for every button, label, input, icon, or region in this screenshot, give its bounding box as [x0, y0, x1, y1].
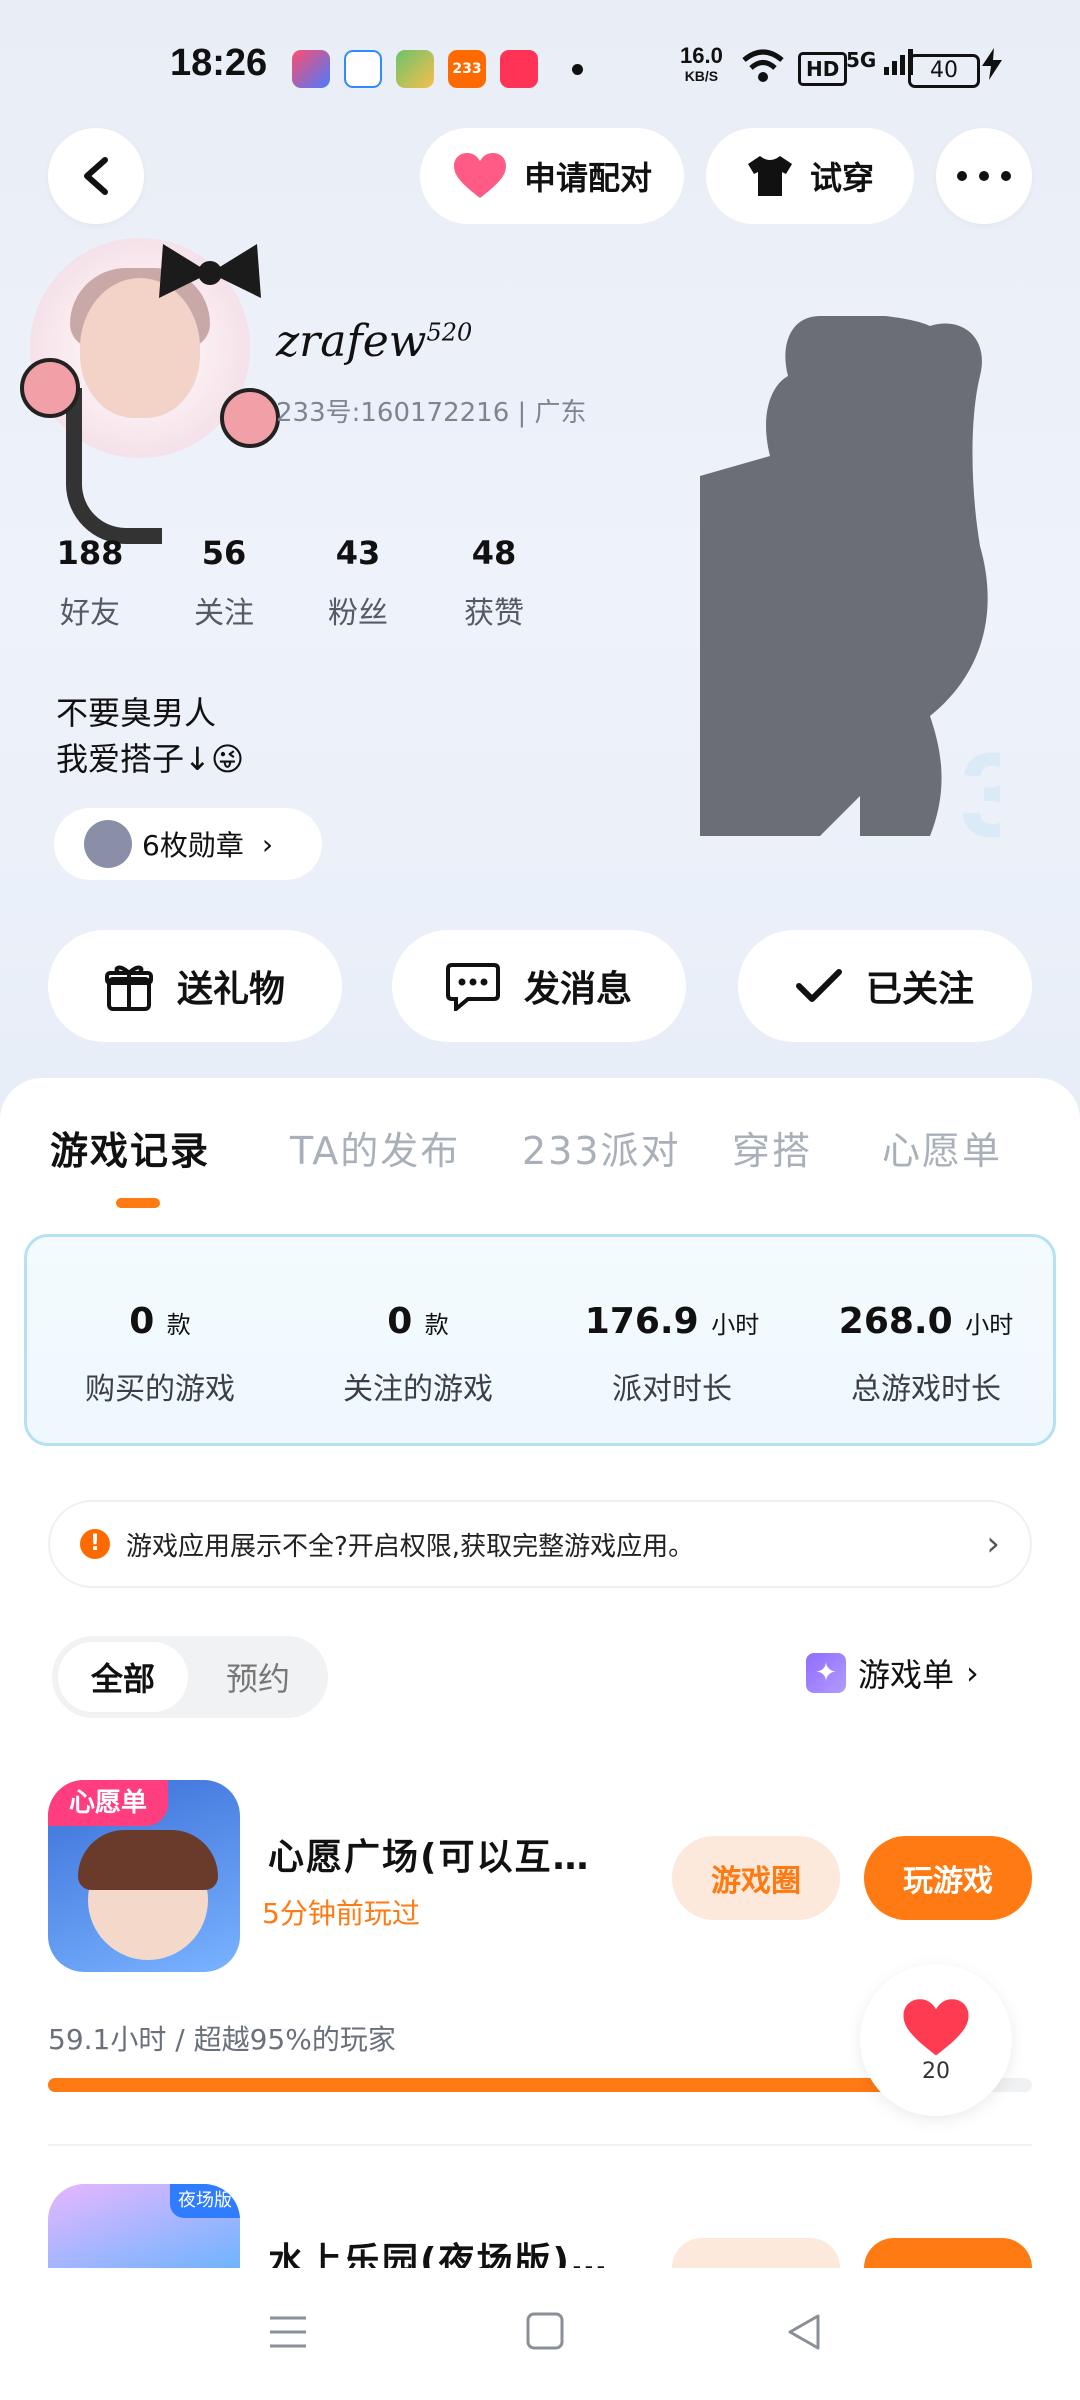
tab-game-records[interactable]: 游戏记录: [50, 1120, 210, 1175]
app-shortcut-icon: [292, 50, 330, 88]
permission-notice[interactable]: ! 游戏应用展示不全?开启权限,获取完整游戏应用。 ›: [48, 1500, 1032, 1588]
chevron-left-icon: [84, 157, 108, 195]
back-button[interactable]: [48, 128, 144, 224]
avatar[interactable]: [20, 238, 280, 544]
summary-total-hours[interactable]: 268.0 小时 总游戏时长: [801, 1301, 1051, 1408]
tshirt-icon: [747, 156, 792, 196]
bow-icon: [159, 244, 261, 298]
chevron-right-icon: ›: [966, 1654, 979, 1692]
character-silhouette[interactable]: 33: [700, 316, 1000, 848]
more-menu-button[interactable]: [936, 128, 1032, 224]
wifi-icon: [742, 48, 784, 93]
summary-followed[interactable]: 0 款 关注的游戏: [293, 1301, 543, 1408]
summary-party-hours[interactable]: 176.9 小时 派对时长: [547, 1301, 797, 1408]
username: zrafew520: [276, 316, 473, 367]
game-circle-button[interactable]: [672, 2238, 840, 2268]
send-gift-button[interactable]: 送礼物: [48, 930, 342, 1042]
divider: [48, 2144, 1032, 2146]
followed-button[interactable]: 已关注: [738, 930, 1032, 1042]
game-list-link[interactable]: ✦ 游戏单 ›: [806, 1650, 979, 1696]
svg-text:33: 33: [960, 728, 1000, 848]
like-button[interactable]: 20: [860, 1964, 1012, 2116]
signal-icon: 5G: [846, 48, 914, 75]
game-icon[interactable]: 心愿单: [48, 1780, 240, 1972]
filter-reserved[interactable]: 预约: [194, 1642, 322, 1712]
heart-icon: [453, 153, 506, 198]
home-icon[interactable]: [526, 2312, 564, 2350]
cloud-app-icon: [344, 50, 382, 88]
medal-icon: [84, 820, 132, 868]
summary-purchased[interactable]: 0 款 购买的游戏: [35, 1301, 285, 1408]
chevron-right-icon: ›: [986, 1524, 1000, 1564]
status-bar: 18:26 233 16.0 KB/S HD 5G 40: [0, 0, 1080, 130]
tab-ta-posts[interactable]: TA的发布: [290, 1120, 460, 1175]
playtime-stats: 59.1小时 / 超越95%的玩家: [48, 2023, 396, 2056]
last-played: 5分钟前玩过: [262, 1897, 420, 1930]
chat-bubble-icon: [445, 963, 500, 1011]
more-notifications-dot: [572, 64, 583, 75]
app-233-icon: 233: [448, 50, 486, 88]
game-summary-card: 0 款 购买的游戏 0 款 关注的游戏 176.9 小时 派对时长 268.0 …: [24, 1234, 1056, 1446]
battery-icon: 40: [908, 54, 980, 88]
tab-wishlist[interactable]: 心愿单: [882, 1120, 1002, 1175]
try-on-button[interactable]: 试穿: [706, 128, 914, 224]
tab-233-party[interactable]: 233派对: [522, 1120, 681, 1175]
user-id-location: 233号:160172216 | 广东: [276, 398, 587, 428]
play-game-button[interactable]: [864, 2238, 1032, 2268]
charging-icon: [982, 48, 1002, 88]
warning-icon: !: [80, 1529, 110, 1559]
bio: 不要臭男人 我爱搭子↓😜: [56, 694, 245, 778]
status-time: 18:26: [170, 42, 268, 84]
filter-all[interactable]: 全部: [58, 1642, 188, 1712]
game-title[interactable]: 心愿广场(可以互…: [268, 1828, 590, 1880]
back-icon[interactable]: [784, 2312, 824, 2352]
net-speed: 16.0 KB/S: [680, 43, 723, 85]
recorder-icon: [500, 50, 538, 88]
stat-friends[interactable]: 188 好友: [40, 534, 140, 632]
tab-outfits[interactable]: 穿搭: [732, 1120, 812, 1175]
play-game-button[interactable]: 玩游戏: [864, 1836, 1032, 1920]
game-app-icon: [396, 50, 434, 88]
hd-badge: HD: [798, 52, 848, 86]
paw-icon: [220, 388, 280, 448]
game-circle-button[interactable]: 游戏圈: [672, 1836, 840, 1920]
paw-icon: [20, 358, 80, 418]
send-message-button[interactable]: 发消息: [392, 930, 686, 1042]
sparkle-icon: ✦: [806, 1653, 846, 1693]
filter-segment: 全部 预约: [52, 1636, 328, 1718]
tab-indicator: [116, 1198, 160, 1208]
chevron-right-icon: ›: [261, 827, 274, 861]
game-icon[interactable]: 夜场版: [48, 2184, 240, 2268]
gift-icon: [104, 965, 153, 1011]
stat-fans[interactable]: 43 粉丝: [308, 534, 408, 632]
heart-icon: [903, 1998, 969, 2055]
pair-request-button[interactable]: 申请配对: [420, 128, 684, 224]
check-icon: [795, 969, 842, 1002]
stat-likes[interactable]: 48 获赞: [444, 534, 544, 632]
system-nav-bar: [0, 2268, 1080, 2400]
stat-following[interactable]: 56 关注: [174, 534, 274, 632]
more-dots-icon: [957, 171, 1011, 181]
badges-button[interactable]: 6枚勋章 ›: [54, 808, 322, 880]
menu-icon[interactable]: [268, 2312, 308, 2352]
